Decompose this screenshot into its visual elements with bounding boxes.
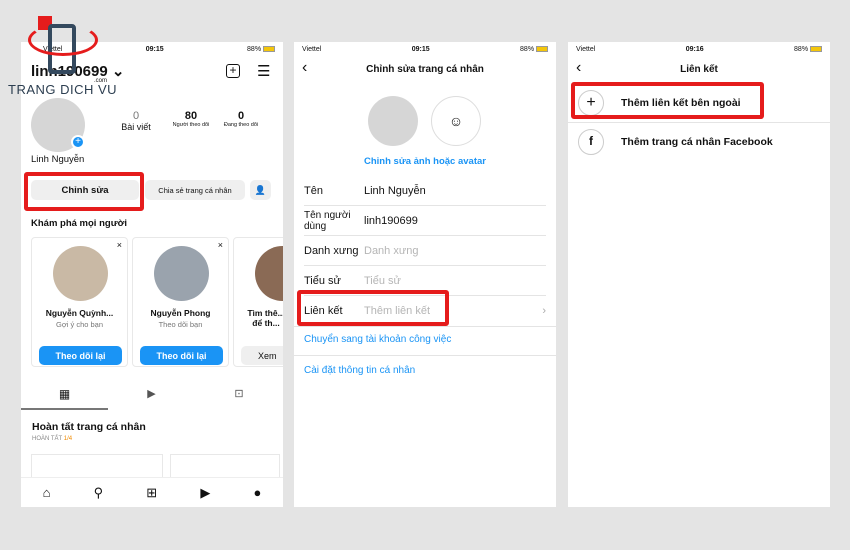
add-person-icon[interactable]: 👤 [250,180,271,200]
suggestion-avatar[interactable] [154,246,209,301]
battery: 88% [520,45,535,53]
battery-icon [263,45,275,52]
stat-posts: 0 Bài viết [121,110,151,132]
complete-progress: HOÀN TẤT 1/4 [32,436,73,442]
time: 09:15 [145,45,164,53]
status-bar: Viettel 09:16 88% [568,42,830,56]
change-photo-link[interactable]: Chỉnh sửa ảnh hoặc avatar [294,156,556,167]
suggestion-card: × Nguyễn Phong Theo dõi bạn Theo dõi lại [132,237,229,367]
avatar-sticker-icon[interactable]: ☺ [431,96,481,146]
suggestion-reason: Gợi ý cho bạn [55,320,104,329]
tab-reels[interactable]: ▶ [108,382,195,410]
suggestion-name: Nguyễn Quỳnh... [45,308,114,318]
add-story-icon[interactable]: + [71,135,85,149]
highlight-box [571,82,764,119]
complete-profile-title: Hoàn tất trang cá nhân [32,421,146,433]
profile-icon[interactable]: ● [254,485,262,500]
stat-followers[interactable]: 80 Người theo dõi [166,110,216,128]
field-name[interactable]: Tên Linh Nguyễn [304,176,546,206]
profile-screen: Viettel 09:15 88% linh190699 ⌄ .com + ☰ + … [21,42,283,507]
suggestion-avatar[interactable] [53,246,108,301]
follow-back-button[interactable]: Theo dõi lại [140,346,223,365]
battery-icon [536,45,548,52]
add-facebook-profile-item[interactable]: f Thêm trang cá nhân Facebook [578,127,830,157]
profile-name: Linh Nguyễn [31,154,85,165]
search-icon[interactable]: ⚲ [94,485,104,501]
suggestion-card: × Nguyễn Quỳnh... Gợi ý cho bạn Theo dõi… [31,237,128,367]
personal-info-settings-link[interactable]: Cài đặt thông tin cá nhân [304,365,415,376]
suggestion-name: Tìm thê... để th... [247,308,283,328]
carrier: Viettel [576,45,596,53]
menu-icon[interactable]: ☰ [257,62,270,80]
logo-text: TRANG DICH VU [8,82,118,97]
suggestion-name: Nguyễn Phong [150,308,211,318]
page-title: Liên kết [680,64,718,75]
share-profile-button[interactable]: Chia sẻ trang cá nhân [145,180,245,200]
reels-icon[interactable]: ▶ [200,485,210,501]
logo: TRANG DICH VU [8,14,118,99]
suggestion-reason: Theo dõi bạn [158,320,203,329]
status-bar: Viettel 09:15 88% [294,42,556,56]
stat-following[interactable]: 0 Đang theo dõi [216,110,266,128]
create-icon[interactable]: ⊞ [146,485,157,501]
carrier: Viettel [302,45,322,53]
field-pronouns[interactable]: Danh xưng Danh xưng [304,236,546,266]
battery-icon [810,45,822,52]
suggestion-card: Tìm thê... để th... Xem [233,237,283,367]
battery: 88% [247,45,262,53]
new-post-icon[interactable]: + [226,64,240,78]
chevron-right-icon: › [542,305,546,317]
time: 09:15 [411,45,430,53]
bottom-nav: ⌂ ⚲ ⊞ ▶ ● [21,477,283,507]
highlight-box [297,290,449,326]
switch-to-business-link[interactable]: Chuyển sang tài khoản công việc [304,334,451,345]
tab-grid[interactable]: ▦ [21,382,108,410]
field-username[interactable]: Tên người dùng linh190699 [304,206,546,236]
home-icon[interactable]: ⌂ [43,485,51,500]
battery: 88% [794,45,809,53]
suggestion-avatar [255,246,283,301]
edit-profile-screen: Viettel 09:15 88% ‹ Chỉnh sửa trang cá nhâ… [294,42,556,507]
facebook-icon: f [578,129,604,155]
tab-tagged[interactable]: ⊡ [195,382,283,410]
see-all-button[interactable]: Xem [241,346,283,365]
follow-back-button[interactable]: Theo dõi lại [39,346,122,365]
discover-title: Khám phá mọi người [31,218,127,229]
links-screen: Viettel 09:16 88% ‹ Liên kết + Thêm liên k… [568,42,830,507]
time: 09:16 [685,45,704,53]
page-title: Chỉnh sửa trang cá nhân [366,64,484,75]
close-icon[interactable]: × [218,240,223,250]
close-icon[interactable]: × [117,240,122,250]
avatar[interactable] [368,96,418,146]
highlight-box [24,172,144,211]
